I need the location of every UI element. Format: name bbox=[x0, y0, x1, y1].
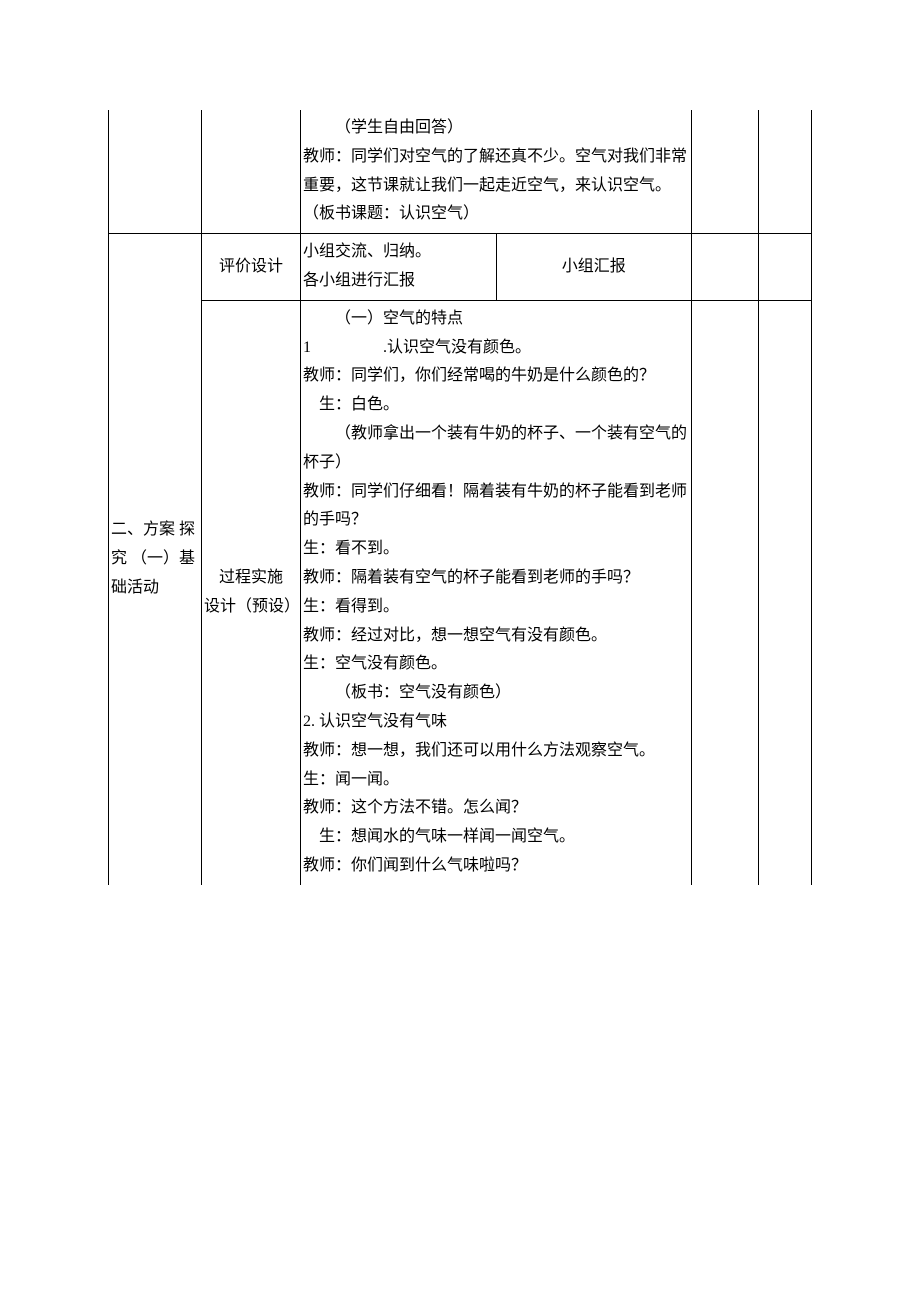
content-line: 教师：同学们，你们经常喝的牛奶是什么颜色的？ bbox=[303, 362, 689, 391]
table-row: 过程实施 设计（预设） （一）空气的特点 1 .认识空气没有颜色。 教师：同学们… bbox=[109, 300, 812, 884]
narrow-cell bbox=[692, 110, 759, 234]
intro-line: 教师：同学们对空气的了解还真不少。空气对我们非常重要，这节课就让我们一起走近空气… bbox=[303, 143, 689, 229]
content-line: 生：白色。 bbox=[303, 391, 689, 420]
content-heading: （一）空气的特点 bbox=[303, 305, 689, 334]
section-cell-empty bbox=[109, 110, 202, 234]
content-cell-main: （一）空气的特点 1 .认识空气没有颜色。 教师：同学们，你们经常喝的牛奶是什么… bbox=[301, 300, 692, 884]
content-line: （教师拿出一个装有牛奶的杯子、一个装有空气的杯子） bbox=[303, 420, 689, 478]
narrow-cell bbox=[759, 300, 812, 884]
content-line: 教师：隔着装有空气的杯子能看到老师的手吗？ bbox=[303, 564, 689, 593]
intro-line: （学生自由回答） bbox=[303, 114, 689, 143]
content-cell-group-right: 小组汇报 bbox=[496, 234, 692, 301]
content-line: 生：想闻水的气味一样闻一闻空气。 bbox=[303, 823, 689, 852]
design-label-line1: 过程实施 bbox=[204, 564, 298, 593]
content-line: 教师：经过对比，想一想空气有没有颜色。 bbox=[303, 622, 689, 651]
content-line: （板书：空气没有颜色） bbox=[303, 679, 689, 708]
lesson-plan-table: （学生自由回答） 教师：同学们对空气的了解还真不少。空气对我们非常重要，这节课就… bbox=[108, 110, 812, 885]
group-line: 小组交流、归纳。 bbox=[303, 238, 494, 267]
content-item1: 1 .认识空气没有颜色。 bbox=[303, 334, 689, 363]
design-cell-process: 过程实施 设计（预设） bbox=[202, 300, 301, 884]
content-line: 生：看得到。 bbox=[303, 593, 689, 622]
content-line: 生：闻一闻。 bbox=[303, 766, 689, 795]
content-line: 教师：同学们仔细看！隔着装有牛奶的杯子能看到老师的手吗？ bbox=[303, 478, 689, 536]
table-row: （学生自由回答） 教师：同学们对空气的了解还真不少。空气对我们非常重要，这节课就… bbox=[109, 110, 812, 234]
section-label: 二、方案 探究 （一）基础活动 bbox=[111, 516, 199, 602]
item-label: .认识空气没有颜色。 bbox=[383, 339, 531, 356]
content-line: 教师：你们闻到什么气味啦吗？ bbox=[303, 852, 689, 881]
design-cell-evaluation: 评价设计 bbox=[202, 234, 301, 301]
section-cell: 二、方案 探究 （一）基础活动 bbox=[109, 234, 202, 885]
group-line: 各小组进行汇报 bbox=[303, 267, 494, 296]
group-report-label: 小组汇报 bbox=[562, 258, 626, 275]
content-line: 教师：想一想，我们还可以用什么方法观察空气。 bbox=[303, 737, 689, 766]
content-cell-intro: （学生自由回答） 教师：同学们对空气的了解还真不少。空气对我们非常重要，这节课就… bbox=[301, 110, 692, 234]
narrow-cell bbox=[692, 300, 759, 884]
design-label: 评价设计 bbox=[219, 258, 283, 275]
page-container: （学生自由回答） 教师：同学们对空气的了解还真不少。空气对我们非常重要，这节课就… bbox=[0, 0, 920, 1301]
content-cell-group-left: 小组交流、归纳。 各小组进行汇报 bbox=[301, 234, 497, 301]
item-number: 1 bbox=[303, 334, 319, 363]
content-line: 生：空气没有颜色。 bbox=[303, 650, 689, 679]
table-row: 二、方案 探究 （一）基础活动 评价设计 小组交流、归纳。 各小组进行汇报 小组… bbox=[109, 234, 812, 301]
narrow-cell bbox=[759, 110, 812, 234]
narrow-cell bbox=[759, 234, 812, 301]
content-line: 生：看不到。 bbox=[303, 535, 689, 564]
narrow-cell bbox=[692, 234, 759, 301]
design-label-line2: 设计（预设） bbox=[204, 593, 298, 622]
content-line: 教师：这个方法不错。怎么闻？ bbox=[303, 794, 689, 823]
content-item2: 2. 认识空气没有气味 bbox=[303, 708, 689, 737]
design-cell-empty bbox=[202, 110, 301, 234]
